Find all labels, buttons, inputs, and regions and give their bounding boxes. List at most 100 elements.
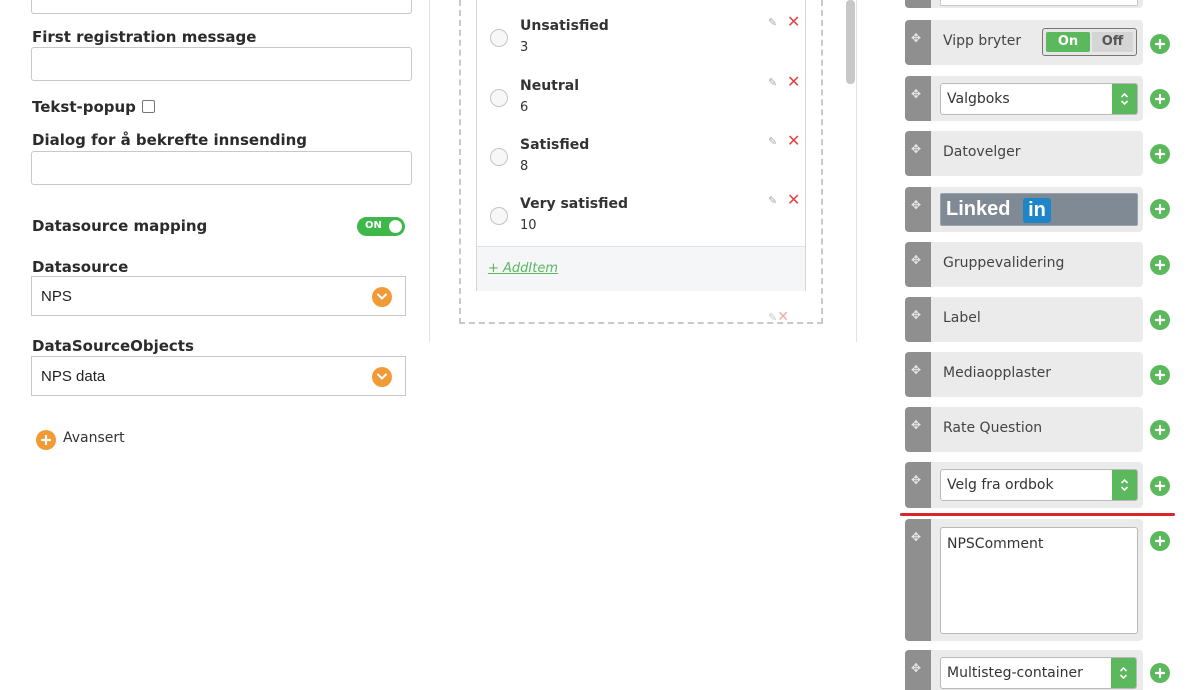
advanced-label: Avansert (63, 430, 125, 446)
add-nps-comment-button[interactable] (1150, 531, 1170, 551)
list-item: Unsatisfied 3 ✎ ✕ (477, 0, 805, 56)
drag-handle[interactable]: ✥ (905, 131, 931, 176)
previous-text-input[interactable] (31, 0, 412, 14)
toolbox-item-label: Label (943, 310, 981, 326)
close-icon[interactable]: ✕ (787, 72, 800, 91)
answer-options-list: Unsatisfied 3 ✎ ✕ Neutral 6 ✎ ✕ Satisfie… (476, 0, 806, 291)
confirm-dialog-label: Dialog for å bekrefte innsending (32, 131, 308, 149)
drag-handle[interactable]: ✥ (905, 352, 931, 397)
pencil-icon[interactable]: ✎ (768, 16, 777, 29)
add-dictionary-button[interactable] (1150, 476, 1170, 496)
text-popup-checkbox[interactable] (141, 100, 155, 113)
datasource-mapping-toggle[interactable]: ON (357, 217, 405, 236)
drag-handle[interactable]: ✥ (905, 242, 931, 287)
properties-panel: First registration message Tekst-popup D… (0, 0, 430, 690)
close-icon[interactable]: ✕ (787, 131, 800, 150)
add-label-button[interactable] (1150, 310, 1170, 330)
toggle-state-label: ON (365, 220, 382, 231)
drag-handle[interactable]: ✥ (905, 297, 931, 342)
add-toggle-button[interactable] (1150, 34, 1170, 54)
option-radio[interactable] (490, 148, 508, 166)
drag-handle[interactable]: ✥ (905, 650, 931, 690)
add-media-upload-button[interactable] (1150, 365, 1170, 385)
toolbox-item-label: Mediaopplaster (943, 365, 1052, 381)
first-registration-input[interactable] (31, 47, 412, 81)
toolbox-item-group-validation[interactable]: ✥ Gruppevalidering (905, 242, 1143, 287)
scrollbar[interactable] (846, 0, 855, 84)
confirm-dialog-input[interactable] (31, 151, 412, 185)
close-icon[interactable]: ✕ (787, 12, 800, 31)
pencil-icon[interactable]: ✎ (768, 76, 777, 89)
move-icon: ✥ (911, 530, 922, 544)
multistep-select-preview[interactable]: Multisteg-container (940, 657, 1137, 689)
text-popup-label: Tekst-popup (32, 98, 136, 116)
toolbox-item-multistep[interactable]: ✥ Multisteg-container (905, 650, 1143, 690)
move-icon: ✥ (911, 87, 922, 101)
select-preview[interactable]: Valgboks (940, 83, 1138, 115)
drag-handle[interactable]: ✥ (905, 407, 931, 452)
drag-handle[interactable]: ✥ (905, 187, 931, 232)
select-preview-value: Multisteg-container (947, 665, 1083, 681)
move-icon: ✥ (911, 31, 922, 45)
toolbox-item-toggle[interactable]: ✥ Vipp bryter On Off (905, 20, 1143, 65)
move-icon: ✥ (911, 198, 922, 212)
option-radio[interactable] (490, 29, 508, 47)
option-name: Satisfied (520, 137, 590, 153)
toolbox-item-partial[interactable] (905, 0, 1143, 8)
toolbox-item-rate-question[interactable]: ✥ Rate Question (905, 407, 1143, 452)
on-off-toggle[interactable]: On Off (1042, 28, 1137, 56)
close-icon[interactable]: ✕ (777, 309, 789, 325)
drag-handle[interactable] (905, 0, 931, 8)
chevron-down-icon (372, 367, 392, 387)
pencil-icon[interactable]: ✎ (768, 135, 777, 148)
datasource-mapping-label: Datasource mapping (32, 217, 208, 235)
datasource-objects-select[interactable]: NPS data (31, 356, 406, 396)
textarea-value: NPSComment (947, 536, 1044, 552)
toolbox-item-select[interactable]: ✥ Valgboks (905, 76, 1143, 121)
option-value: 8 (520, 159, 529, 174)
option-radio[interactable] (490, 89, 508, 107)
drag-handle[interactable]: ✥ (905, 462, 931, 508)
add-group-validation-button[interactable] (1150, 255, 1170, 275)
drag-handle[interactable]: ✥ (905, 20, 931, 65)
add-item-link[interactable]: + AddItem (488, 261, 558, 276)
add-rate-question-button[interactable] (1150, 420, 1170, 440)
option-name: Very satisfied (520, 196, 628, 212)
move-icon: ✥ (911, 418, 922, 432)
add-item-bar: + AddItem (477, 246, 805, 291)
add-linkedin-button[interactable] (1150, 199, 1170, 219)
move-icon: ✥ (911, 661, 922, 675)
toolbox-item-dictionary[interactable]: ✥ Velg fra ordbok (905, 462, 1143, 508)
drag-handle[interactable]: ✥ (905, 519, 931, 641)
chevron-down-icon (372, 287, 392, 307)
dictionary-select-preview[interactable]: Velg fra ordbok (940, 469, 1138, 501)
add-select-button[interactable] (1150, 89, 1170, 109)
nps-comment-textarea[interactable]: NPSComment (940, 527, 1138, 634)
first-registration-label: First registration message (32, 28, 257, 46)
pencil-icon[interactable]: ✎ (768, 194, 777, 207)
select-arrows-icon (1111, 658, 1136, 688)
move-icon: ✥ (911, 142, 922, 156)
datasource-value: NPS (41, 288, 72, 305)
datasource-objects-value: NPS data (41, 368, 106, 385)
question-actions: ✎✕ (768, 309, 789, 325)
toolbox-item-media-upload[interactable]: ✥ Mediaopplaster (905, 352, 1143, 397)
move-icon: ✥ (911, 473, 922, 487)
linkedin-in-icon: in (1023, 198, 1051, 223)
toolbox-item-linkedin[interactable]: ✥ Linked in (905, 187, 1143, 232)
toolbox-item-label-field[interactable]: ✥ Label (905, 297, 1143, 342)
toggle-off-label: Off (1092, 32, 1133, 52)
select-preview-value: Valgboks (947, 91, 1010, 107)
close-icon[interactable]: ✕ (787, 190, 800, 209)
toolbox-item-date-picker[interactable]: ✥ Datovelger (905, 131, 1143, 176)
pencil-icon[interactable]: ✎ (768, 311, 777, 324)
option-radio[interactable] (490, 207, 508, 225)
drag-handle[interactable]: ✥ (905, 76, 931, 121)
toolbox-item-nps-comment[interactable]: ✥ NPSComment (905, 519, 1143, 641)
add-multistep-button[interactable] (1150, 663, 1170, 683)
add-date-picker-button[interactable] (1150, 144, 1170, 164)
panel-divider (429, 0, 430, 342)
list-item: Very satisfied 10 ✎ ✕ (477, 174, 805, 234)
datasource-select[interactable]: NPS (31, 276, 406, 316)
option-value: 3 (520, 40, 529, 55)
